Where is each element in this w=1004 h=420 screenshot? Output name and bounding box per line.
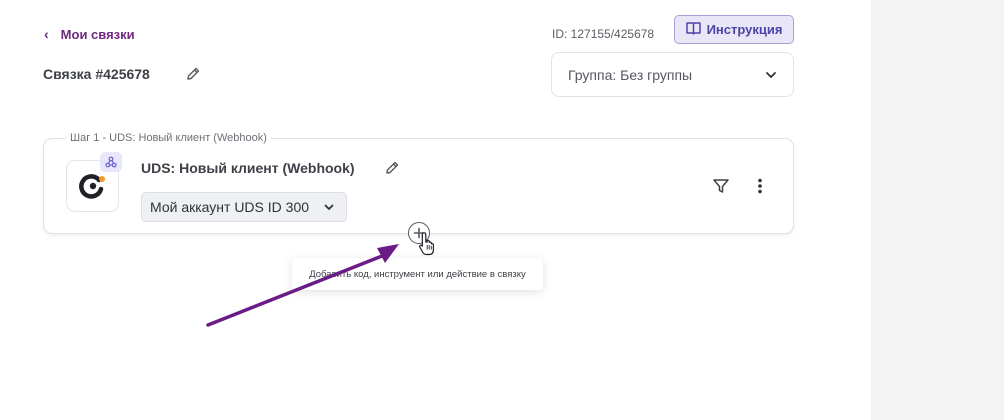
step-name: UDS: Новый клиент (Webhook): [141, 160, 355, 176]
book-icon: [685, 21, 701, 38]
add-step-tooltip: Добавить код, инструмент или действие в …: [292, 258, 543, 290]
group-select-value: Группа: Без группы: [568, 66, 693, 83]
right-panel: [871, 0, 1004, 420]
back-link-label: Мои связки: [60, 26, 135, 42]
plus-icon: [413, 227, 425, 239]
account-select-value: Мой аккаунт UDS ID 300: [150, 199, 310, 215]
back-link[interactable]: ‹ Мои связки: [44, 24, 135, 44]
chevron-left-icon: ‹: [44, 26, 49, 42]
page-title: Связка #425678: [43, 66, 150, 82]
chevron-down-icon: [765, 66, 777, 84]
edit-title-icon[interactable]: [185, 66, 201, 82]
kebab-menu-icon[interactable]: [752, 177, 768, 195]
instruction-button-label: Инструкция: [706, 22, 783, 37]
group-select[interactable]: Группа: Без группы: [551, 52, 794, 97]
account-select[interactable]: Мой аккаунт UDS ID 300: [141, 192, 347, 222]
filter-icon[interactable]: [712, 177, 730, 195]
add-step-button[interactable]: [408, 222, 430, 244]
instruction-button[interactable]: Инструкция: [674, 15, 794, 44]
step-legend: Шаг 1 - UDS: Новый клиент (Webhook): [66, 131, 271, 145]
webhook-icon: [100, 152, 122, 172]
bundle-id-label: ID: 127155/425678: [552, 27, 655, 41]
edit-step-icon[interactable]: [384, 160, 400, 176]
chevron-down-icon: [324, 198, 334, 216]
tooltip-text: Добавить код, инструмент или действие в …: [309, 268, 526, 280]
